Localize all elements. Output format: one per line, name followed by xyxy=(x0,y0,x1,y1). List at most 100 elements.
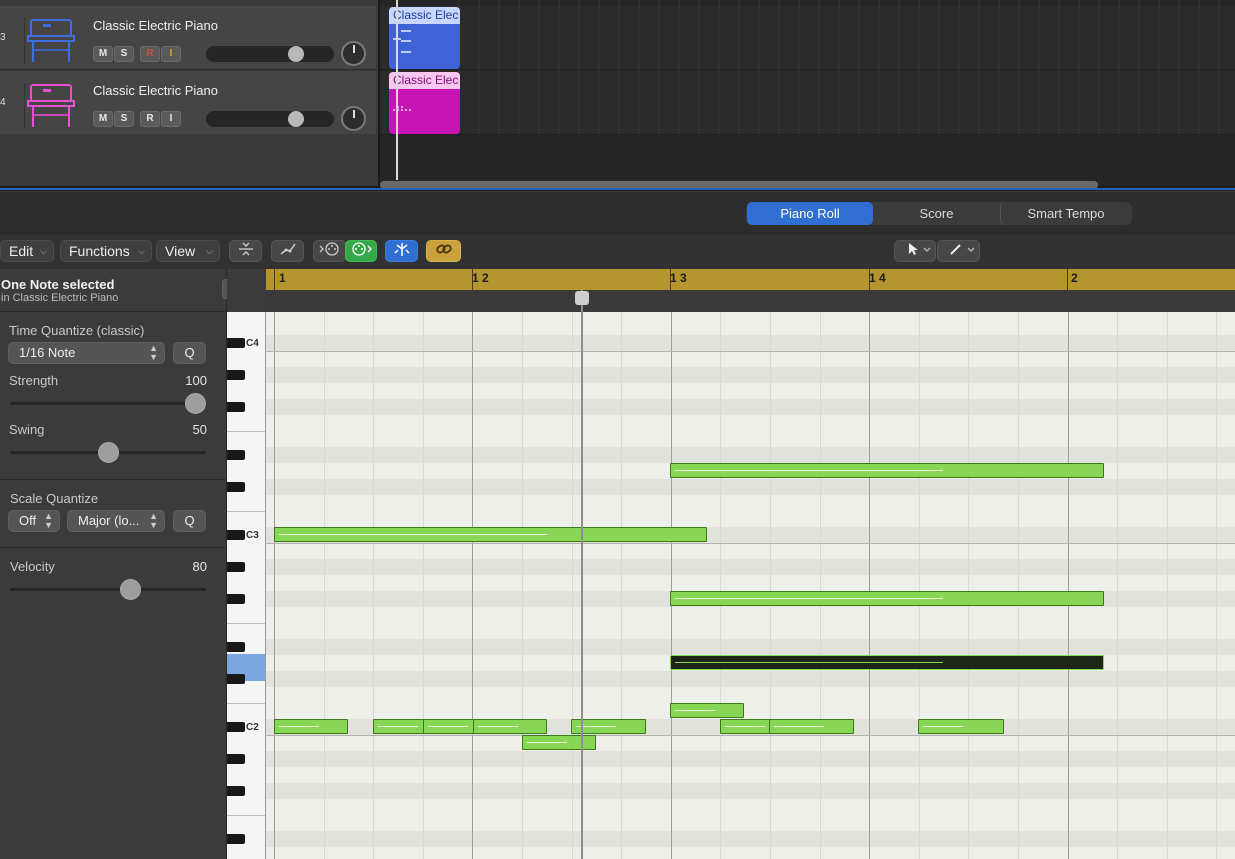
tab-score[interactable]: Score xyxy=(873,202,1000,225)
scale-quantize-off-value: Off xyxy=(19,513,37,528)
midi-note[interactable] xyxy=(473,719,547,734)
solo-button[interactable]: S xyxy=(114,111,134,127)
key-label-c4: C4 xyxy=(246,338,259,349)
black-key[interactable] xyxy=(227,562,245,572)
tracks-area[interactable]: Classic Elec Classic Elec xyxy=(378,0,1235,186)
black-key[interactable] xyxy=(227,786,245,796)
midi-note[interactable] xyxy=(522,735,596,750)
bar-label: 1 2 xyxy=(472,271,489,285)
midi-note[interactable] xyxy=(274,527,707,542)
swing-value: 50 xyxy=(192,422,207,437)
pan-knob[interactable] xyxy=(341,106,366,131)
bar-label: 1 xyxy=(279,271,286,285)
midi-note[interactable] xyxy=(769,719,854,734)
link-icon[interactable] xyxy=(426,240,461,262)
midi-note[interactable] xyxy=(274,719,348,734)
midi-note[interactable] xyxy=(720,719,771,734)
mute-button[interactable]: M xyxy=(93,111,113,127)
pointer-tool-icon[interactable] xyxy=(894,240,936,262)
track-header-3[interactable]: 3 Classic Electric Piano M S R I xyxy=(0,6,376,70)
input-monitor-button[interactable]: I xyxy=(161,111,181,127)
strength-thumb[interactable] xyxy=(185,393,206,414)
midi-note[interactable] xyxy=(670,463,1104,478)
bar-ruler[interactable]: 1 1 2 1 3 1 4 2 xyxy=(266,269,1235,290)
track-name[interactable]: Classic Electric Piano xyxy=(93,18,218,33)
marker-lane[interactable] xyxy=(266,290,1235,312)
editor-divider[interactable] xyxy=(0,188,1235,190)
volume-slider[interactable] xyxy=(206,111,334,127)
track-header-4[interactable]: 4 Classic Electric Piano M S R I xyxy=(0,71,376,135)
view-menu[interactable]: View ⌵ xyxy=(156,240,220,262)
key-label-c3: C3 xyxy=(246,530,259,541)
piano-roll-toolbar: Edit ⌵ Functions ⌵ View ⌵ xyxy=(0,235,1235,269)
black-key[interactable] xyxy=(227,370,245,380)
black-key[interactable] xyxy=(227,482,245,492)
velocity-slider[interactable] xyxy=(10,579,206,600)
record-enable-button[interactable]: R xyxy=(140,111,160,127)
volume-thumb[interactable] xyxy=(288,46,304,62)
black-key[interactable] xyxy=(227,594,245,604)
track-name[interactable]: Classic Electric Piano xyxy=(93,83,218,98)
midi-note[interactable] xyxy=(670,591,1104,606)
strength-slider[interactable] xyxy=(10,393,206,414)
collapse-icon[interactable] xyxy=(229,240,262,262)
arrange-playhead[interactable] xyxy=(396,0,398,180)
black-key[interactable] xyxy=(227,834,245,844)
midi-region-track-4[interactable]: Classic Elec xyxy=(389,72,460,134)
record-enable-button[interactable]: R xyxy=(140,46,160,62)
black-key[interactable] xyxy=(227,754,245,764)
piano-roll-grid[interactable] xyxy=(266,312,1235,859)
scale-quantize-toggle[interactable]: Off ▲ ▼ xyxy=(8,510,60,532)
bar-label: 1 3 xyxy=(670,271,687,285)
region-notes-preview xyxy=(393,106,411,111)
mute-button[interactable]: M xyxy=(93,46,113,62)
midi-out-icon[interactable] xyxy=(345,240,377,262)
midi-note[interactable] xyxy=(670,703,744,718)
black-key[interactable] xyxy=(227,530,245,540)
midi-note-selected[interactable] xyxy=(670,655,1104,670)
volume-slider[interactable] xyxy=(206,46,334,62)
midi-in-icon[interactable] xyxy=(313,240,346,262)
black-key[interactable] xyxy=(227,642,245,652)
time-quantize-select[interactable]: 1/16 Note ▲ ▼ xyxy=(8,342,165,364)
editor-tabs-bar: Piano Roll Score Smart Tempo xyxy=(0,191,1235,235)
scale-quantize-label: Scale Quantize xyxy=(10,491,99,506)
scale-quantize-q-button[interactable]: Q xyxy=(173,510,206,532)
black-key[interactable] xyxy=(227,722,245,732)
tab-piano-roll[interactable]: Piano Roll xyxy=(747,202,873,225)
pan-knob[interactable] xyxy=(341,41,366,66)
functions-menu[interactable]: Functions ⌵ xyxy=(60,240,152,262)
scale-select[interactable]: Major (lo... ▲ ▼ xyxy=(67,510,165,532)
velocity-thumb[interactable] xyxy=(120,579,142,600)
midi-note[interactable] xyxy=(918,719,1004,734)
updown-icon: ▲ ▼ xyxy=(149,511,158,530)
piano-keyboard[interactable]: C4 C3 C2 xyxy=(227,312,266,859)
playhead[interactable] xyxy=(581,290,583,859)
playhead-handle[interactable] xyxy=(575,291,589,305)
selection-subtitle: in Classic Electric Piano xyxy=(1,292,119,304)
octave-line xyxy=(266,735,1235,736)
tab-smart-tempo[interactable]: Smart Tempo xyxy=(1000,202,1131,225)
swing-slider[interactable] xyxy=(10,442,206,463)
volume-thumb[interactable] xyxy=(288,111,304,127)
black-key[interactable] xyxy=(227,674,245,684)
midi-note[interactable] xyxy=(423,719,474,734)
pencil-tool-icon[interactable] xyxy=(937,240,980,262)
swing-thumb[interactable] xyxy=(97,442,119,463)
black-key[interactable] xyxy=(227,338,245,348)
black-key[interactable] xyxy=(227,402,245,412)
black-key[interactable] xyxy=(227,450,245,460)
automation-icon[interactable] xyxy=(271,240,304,262)
tracks-empty-area[interactable] xyxy=(0,134,376,186)
piano-keyboard-icon xyxy=(24,83,80,129)
edit-menu[interactable]: Edit ⌵ xyxy=(0,240,54,262)
time-quantize-q-button[interactable]: Q xyxy=(173,342,206,364)
midi-note[interactable] xyxy=(373,719,424,734)
solo-button[interactable]: S xyxy=(114,46,134,62)
catch-icon[interactable] xyxy=(385,240,418,262)
editor-tabs: Piano Roll Score Smart Tempo xyxy=(746,202,1132,225)
updown-icon: ▲ ▼ xyxy=(44,511,53,530)
input-monitor-button[interactable]: I xyxy=(161,46,181,62)
piano-roll-inspector: One Note selected in Classic Electric Pi… xyxy=(0,269,256,859)
midi-region-track-3[interactable]: Classic Elec xyxy=(389,7,460,69)
